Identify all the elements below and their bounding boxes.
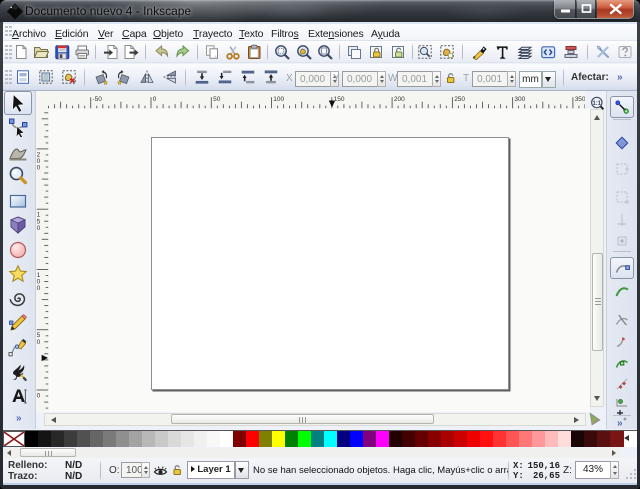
svg-text:0: 0: [37, 285, 41, 292]
svg-text:350: 350: [575, 96, 585, 103]
svg-text:0: 0: [37, 165, 41, 172]
svg-text:250: 250: [454, 96, 465, 103]
svg-text:0: 0: [37, 339, 41, 346]
svg-text:300: 300: [514, 96, 525, 103]
svg-text:0: 0: [153, 96, 157, 103]
svg-text:50: 50: [213, 96, 221, 103]
svg-text:200: 200: [394, 96, 405, 103]
svg-text:100: 100: [273, 96, 284, 103]
svg-text:150: 150: [334, 96, 345, 103]
svg-text:0: 0: [37, 393, 41, 400]
svg-text:1:1: 1:1: [592, 101, 601, 107]
svg-text:0: 0: [37, 225, 41, 232]
svg-text:-50: -50: [93, 96, 103, 103]
